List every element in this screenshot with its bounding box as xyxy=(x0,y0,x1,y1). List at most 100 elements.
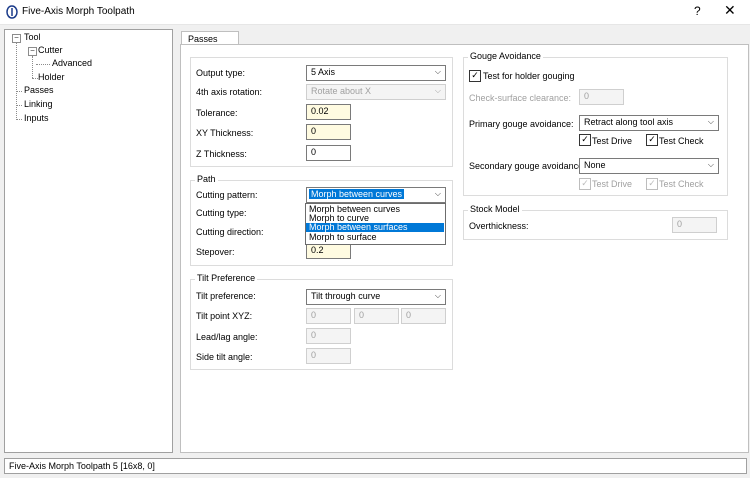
output-type-value: 5 Axis xyxy=(311,67,336,77)
tree-line xyxy=(16,105,22,106)
cutting-pattern-dropdown: Morph between curves Morph to curve Morp… xyxy=(305,203,446,245)
test-drive-2-checkbox[interactable]: ✓ xyxy=(579,178,591,190)
gouge-group-title: Gouge Avoidance xyxy=(468,51,543,61)
secondary-gouge-select[interactable]: None ⌵ xyxy=(579,158,719,174)
tilt-point-y-field[interactable]: 0 xyxy=(354,308,399,324)
title-bar: Five-Axis Morph Toolpath ? ✕ xyxy=(0,0,750,25)
cutting-pattern-select[interactable]: Morph between curves ⌵ xyxy=(306,187,446,203)
chevron-down-icon: ⌵ xyxy=(434,67,441,76)
axis4-rotation-value: Rotate about X xyxy=(311,86,372,96)
tilt-point-label: Tilt point XYZ: xyxy=(196,311,253,321)
status-text: Five-Axis Morph Toolpath 5 [16x8, 0] xyxy=(9,461,155,471)
test-drive-checkbox[interactable]: ✓ xyxy=(579,134,591,146)
holder-gouging-checkbox[interactable]: ✓ xyxy=(469,70,481,82)
side-tilt-value: 0 xyxy=(311,350,317,360)
tolerance-value: 0.02 xyxy=(311,106,329,116)
side-tilt-label: Side tilt angle: xyxy=(196,352,253,362)
test-check-2-label: Test Check xyxy=(659,179,704,189)
dropdown-option[interactable]: Morph to surface xyxy=(306,233,444,242)
gouge-avoidance-group: Gouge Avoidance ✓ Test for holder gougin… xyxy=(463,51,728,196)
primary-gouge-label: Primary gouge avoidance: xyxy=(469,119,574,129)
axis4-rotation-select[interactable]: Rotate about X ⌵ xyxy=(306,84,446,100)
chevron-down-icon: ⌵ xyxy=(434,189,441,198)
stock-model-group: Stock Model Overthickness: 0 xyxy=(463,204,728,240)
close-button[interactable]: ✕ xyxy=(724,2,736,19)
output-type-select[interactable]: 5 Axis ⌵ xyxy=(306,65,446,81)
tree-item-holder[interactable]: Holder xyxy=(38,72,65,82)
status-bar: Five-Axis Morph Toolpath 5 [16x8, 0] xyxy=(4,458,747,474)
cutting-direction-label: Cutting direction: xyxy=(196,227,264,237)
tolerance-label: Tolerance: xyxy=(196,108,238,118)
tolerance-field[interactable]: 0.02 xyxy=(306,104,351,120)
lead-lag-label: Lead/lag angle: xyxy=(196,332,258,342)
primary-gouge-select[interactable]: Retract along tool axis ⌵ xyxy=(579,115,719,131)
tilt-point-z-field[interactable]: 0 xyxy=(401,308,446,324)
chevron-down-icon: ⌵ xyxy=(707,160,714,169)
tree-item-tool[interactable]: Tool xyxy=(24,32,41,42)
cutting-pattern-label: Cutting pattern: xyxy=(196,190,258,200)
overthickness-value: 0 xyxy=(677,219,683,229)
tree-line xyxy=(36,64,50,65)
tree-line xyxy=(16,91,22,92)
tree-item-cutter[interactable]: Cutter xyxy=(38,45,63,55)
tilt-group: Tilt Preference Tilt preference: Tilt th… xyxy=(190,273,453,370)
tilt-preference-select[interactable]: Tilt through curve ⌵ xyxy=(306,289,446,305)
test-check-checkbox[interactable]: ✓ xyxy=(646,134,658,146)
tree-item-inputs[interactable]: Inputs xyxy=(24,113,49,123)
tilt-point-x-value: 0 xyxy=(311,310,317,320)
chevron-down-icon: ⌵ xyxy=(707,117,714,126)
side-tilt-field[interactable]: 0 xyxy=(306,348,351,364)
chevron-down-icon: ⌵ xyxy=(434,86,441,95)
cutting-pattern-value: Morph between curves xyxy=(309,189,405,199)
app-icon xyxy=(6,5,18,19)
tilt-point-y-value: 0 xyxy=(359,310,365,320)
window-title: Five-Axis Morph Toolpath xyxy=(22,6,135,17)
clearance-field[interactable]: 0 xyxy=(579,89,624,105)
stepover-label: Stepover: xyxy=(196,247,235,257)
z-thickness-field[interactable]: 0 xyxy=(306,145,351,161)
secondary-gouge-value: None xyxy=(584,160,606,170)
stepover-field[interactable]: 0.2 xyxy=(306,243,351,259)
secondary-gouge-label: Secondary gouge avoidance: xyxy=(469,161,586,171)
stock-group-title: Stock Model xyxy=(468,204,522,214)
dropdown-option-highlighted[interactable]: Morph between surfaces xyxy=(306,223,444,232)
clearance-value: 0 xyxy=(584,91,590,101)
lead-lag-value: 0 xyxy=(311,330,317,340)
xy-thickness-value: 0 xyxy=(311,126,317,136)
tilt-group-title: Tilt Preference xyxy=(195,273,258,283)
xy-thickness-field[interactable]: 0 xyxy=(306,124,351,140)
clearance-label: Check-surface clearance: xyxy=(469,93,572,103)
overthickness-field[interactable]: 0 xyxy=(672,217,717,233)
path-group-title: Path xyxy=(195,174,218,184)
primary-gouge-value: Retract along tool axis xyxy=(584,117,674,127)
test-drive-label: Test Drive xyxy=(592,136,633,146)
tilt-point-z-value: 0 xyxy=(406,310,412,320)
tree-line xyxy=(16,42,17,120)
holder-gouging-label: Test for holder gouging xyxy=(483,71,575,81)
axis4-rotation-label: 4th axis rotation: xyxy=(196,87,263,97)
test-check-2-checkbox[interactable]: ✓ xyxy=(646,178,658,190)
lead-lag-field[interactable]: 0 xyxy=(306,328,351,344)
test-drive-2-label: Test Drive xyxy=(592,179,633,189)
help-button[interactable]: ? xyxy=(694,4,701,18)
tilt-preference-label: Tilt preference: xyxy=(196,291,256,301)
tree-line xyxy=(16,119,22,120)
general-group: Output type: 5 Axis ⌵ 4th axis rotation:… xyxy=(190,57,453,167)
tilt-preference-value: Tilt through curve xyxy=(311,291,381,301)
collapse-icon[interactable]: − xyxy=(12,34,21,43)
stepover-value: 0.2 xyxy=(311,245,324,255)
tree-line xyxy=(32,56,33,78)
test-check-label: Test Check xyxy=(659,136,704,146)
tree-item-advanced[interactable]: Advanced xyxy=(52,58,92,68)
cutting-type-label: Cutting type: xyxy=(196,208,247,218)
xy-thickness-label: XY Thickness: xyxy=(196,128,254,138)
tree-item-passes[interactable]: Passes xyxy=(24,85,54,95)
collapse-icon[interactable]: − xyxy=(28,47,37,56)
z-thickness-label: Z Thickness: xyxy=(196,149,247,159)
navigation-tree: − Tool − Cutter Advanced Holder Passes L… xyxy=(4,29,173,453)
tilt-point-x-field[interactable]: 0 xyxy=(306,308,351,324)
z-thickness-value: 0 xyxy=(311,147,317,157)
tree-item-linking[interactable]: Linking xyxy=(24,99,53,109)
passes-panel: Output type: 5 Axis ⌵ 4th axis rotation:… xyxy=(180,44,749,453)
chevron-down-icon: ⌵ xyxy=(434,291,441,300)
